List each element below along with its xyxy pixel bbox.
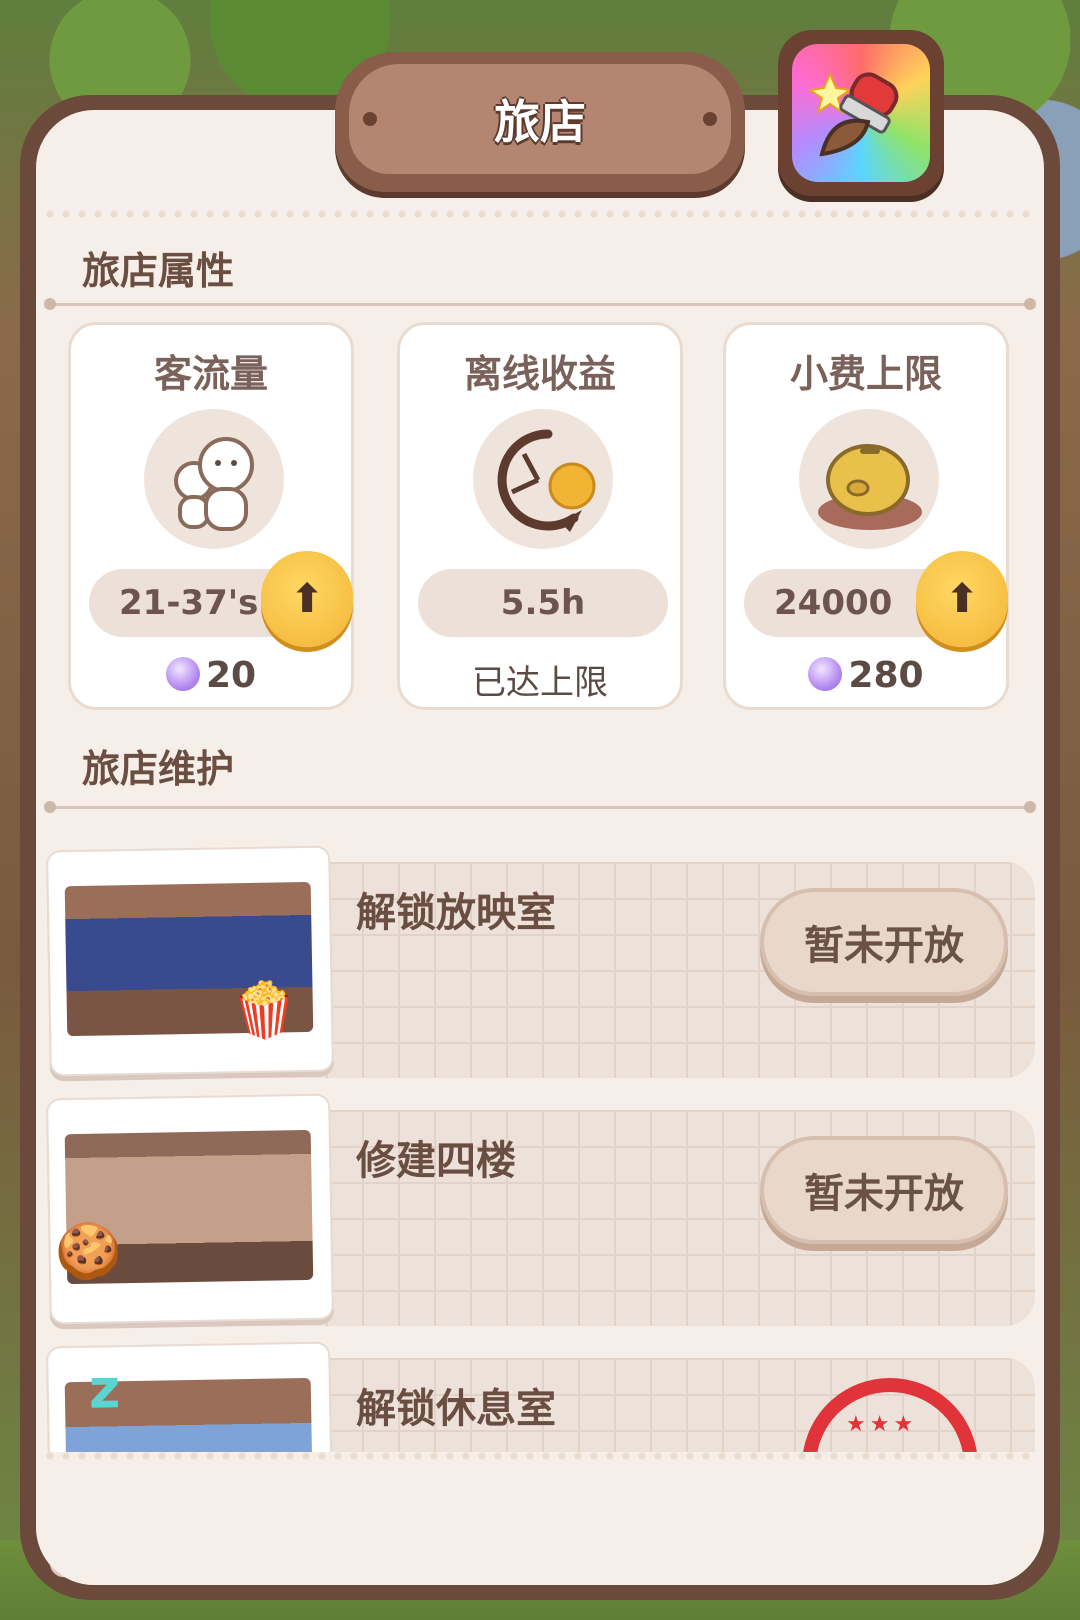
- panel-bottom-edge: [42, 1452, 1038, 1460]
- task-label: 解锁放映室: [356, 890, 556, 936]
- stat-card-offline-income: 离线收益 5.5h 已达上限: [397, 322, 683, 710]
- section-title-maintenance: 旅店维护: [82, 747, 235, 791]
- page-title: 旅店: [494, 95, 586, 149]
- section-divider: [44, 298, 1036, 310]
- piggy-bank-icon: [799, 409, 939, 549]
- offline-income-value: 5.5h: [418, 569, 668, 637]
- upgrade-tip-limit-button[interactable]: ⬆: [916, 551, 1008, 647]
- stat-title: 客流量: [153, 352, 268, 396]
- title-plaque: 旅店: [335, 52, 745, 192]
- gem-icon: [165, 657, 200, 691]
- upgrade-cost: 20: [71, 655, 351, 696]
- section-divider: [44, 801, 1036, 813]
- arrow-up-icon: ⬆: [945, 576, 979, 622]
- guests-icon: [144, 409, 284, 549]
- task-label: 修建四楼: [356, 1138, 516, 1184]
- cookie-characters-icon: 🍪: [54, 1219, 123, 1284]
- unlock-cinema-button[interactable]: 暂未开放: [760, 888, 1008, 996]
- cinema-thumbnail: 🍿: [46, 845, 334, 1077]
- decorate-button[interactable]: [778, 30, 944, 196]
- sleep-z-icon: z: [88, 1357, 121, 1421]
- upgrade-traffic-button[interactable]: ⬆: [261, 551, 353, 647]
- panel-bottom: [36, 1452, 1044, 1585]
- stat-title: 离线收益: [463, 352, 616, 396]
- panel-top-edge: [42, 210, 1038, 218]
- section-title-attributes: 旅店属性: [82, 249, 235, 293]
- stat-card-tip-limit: 小费上限 24000 ⬆ 280: [723, 322, 1009, 710]
- popcorn-icon: 🍿: [230, 978, 299, 1043]
- task-label: 解锁休息室: [356, 1386, 556, 1432]
- upgrade-cost: 280: [726, 655, 1006, 696]
- arrow-up-icon: ⬆: [290, 576, 324, 622]
- build-fourth-floor-button[interactable]: 暂未开放: [760, 1136, 1008, 1244]
- max-reached-note: 已达上限: [472, 663, 608, 703]
- stat-card-traffic: 客流量 21-37's ⬆ 20: [68, 322, 354, 710]
- rainbow-brush-icon: [792, 44, 930, 182]
- offline-clock-icon: [473, 409, 613, 549]
- gem-icon: [808, 657, 843, 691]
- fourth-floor-thumbnail: 🍪: [46, 1093, 334, 1325]
- stat-title: 小费上限: [789, 352, 942, 396]
